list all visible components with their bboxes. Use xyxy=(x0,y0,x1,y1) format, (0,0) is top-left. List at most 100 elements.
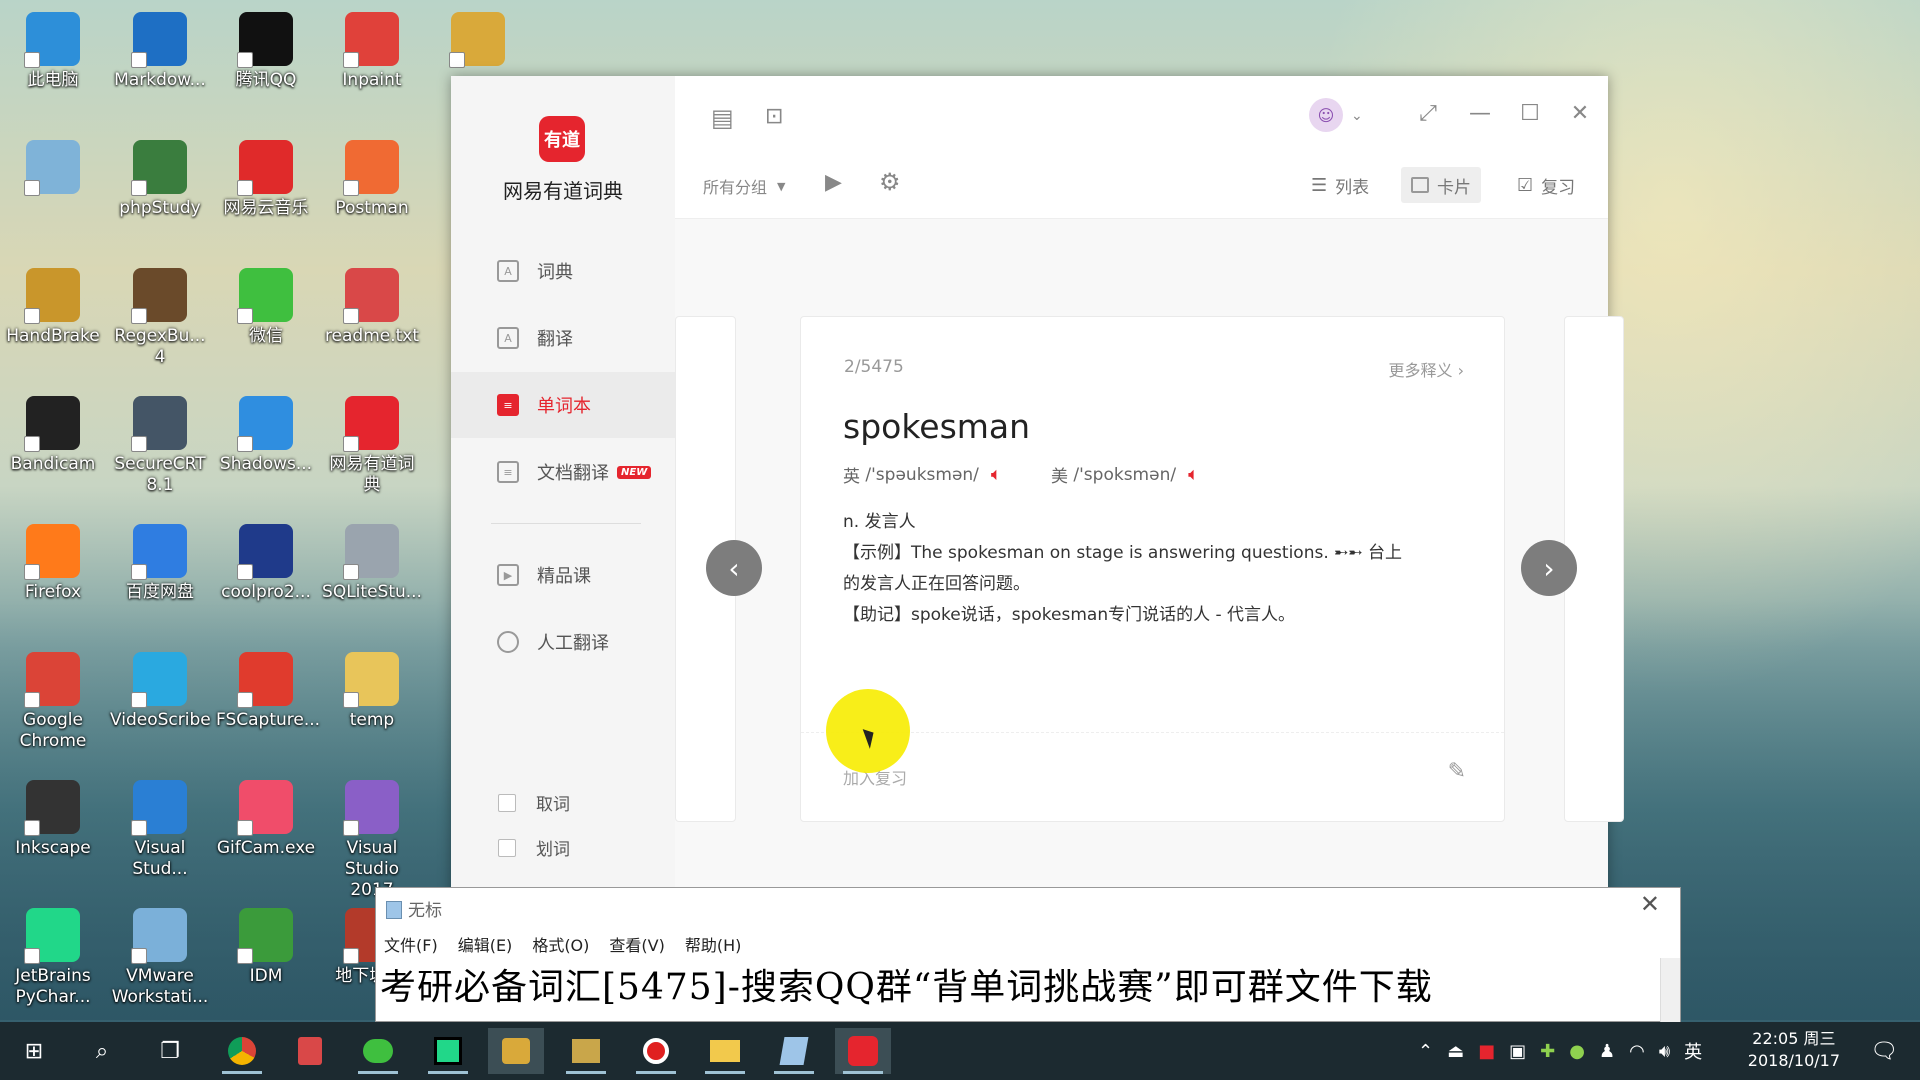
desktop-icon[interactable]: 此电脑 xyxy=(3,6,103,91)
desktop-icon[interactable]: Visual Studio 2017 xyxy=(322,774,422,901)
user-avatar[interactable]: ☺ xyxy=(1309,98,1343,132)
tray-wechat-icon[interactable]: ● xyxy=(1569,1041,1585,1062)
view-card-button[interactable]: 卡片 xyxy=(1401,167,1481,203)
nav-item-human-translate[interactable]: 人工翻译 xyxy=(451,609,675,675)
desktop-icon[interactable]: 百度网盘 xyxy=(110,518,210,603)
nav-item-doc-translate[interactable]: ≡ 文档翻译 NEW xyxy=(451,439,675,505)
checkbox-capture-word[interactable]: 取词 xyxy=(498,790,570,815)
view-label: 列表 xyxy=(1335,177,1370,198)
minimize-button[interactable]: — xyxy=(1465,98,1495,128)
taskbar-chrome-icon[interactable] xyxy=(214,1028,270,1074)
tray-qq-icon[interactable]: ♟ xyxy=(1599,1041,1615,1062)
group-select[interactable]: 所有分组 ▼ xyxy=(703,174,785,198)
start-windows-icon[interactable]: ⊞ xyxy=(6,1028,62,1074)
desktop-icon[interactable]: Markdow... xyxy=(110,6,210,91)
desktop-icon[interactable]: Inpaint xyxy=(322,6,422,91)
desktop-icon[interactable]: Shadows... xyxy=(216,390,316,475)
taskbar-pycharm-icon[interactable] xyxy=(420,1028,476,1074)
nav-item-translate[interactable]: A 翻译 xyxy=(451,305,675,371)
firefox-icon xyxy=(24,524,80,580)
new-badge: NEW xyxy=(617,465,652,479)
desktop-icon[interactable]: FSCapture... xyxy=(216,646,320,731)
mini-mode-icon[interactable]: ⤢ xyxy=(1413,98,1443,128)
desktop-icon[interactable] xyxy=(3,134,103,198)
desktop-icon[interactable]: IDM xyxy=(216,902,316,987)
desktop-icon[interactable]: HandBrake xyxy=(3,262,103,347)
taskbar-app-icon[interactable] xyxy=(488,1028,544,1074)
menu-view[interactable]: 查看(V) xyxy=(609,932,664,956)
nav-item-dictionary[interactable]: A 词典 xyxy=(451,238,675,304)
taskbar-youdao-icon[interactable] xyxy=(835,1028,891,1074)
wifi-icon[interactable]: ◠ xyxy=(1629,1041,1645,1062)
desktop-icon[interactable]: 网易云音乐 xyxy=(216,134,316,219)
pencil-edit-icon[interactable]: ✎ xyxy=(1448,759,1466,784)
desktop-icon[interactable]: readme.txt xyxy=(322,262,422,347)
clock[interactable]: 22:05 周三 2018/10/17 xyxy=(1748,1028,1840,1072)
notepad-scrollbar[interactable] xyxy=(1660,958,1680,1022)
chevron-down-icon[interactable]: ⌄ xyxy=(1351,108,1363,124)
task-view-icon[interactable]: ❐ xyxy=(142,1028,198,1074)
desktop-icon[interactable]: VideoScribe xyxy=(110,646,211,731)
notepad-text-area[interactable]: 考研必备词汇[5475]-搜索QQ群“背单词挑战赛”即可群文件下载 xyxy=(380,958,1433,1010)
desktop-icon[interactable]: Visual Stud... xyxy=(110,774,210,880)
desktop-icon[interactable]: phpStudy xyxy=(110,134,210,219)
desktop-icon[interactable]: SQLiteStu... xyxy=(322,518,422,603)
desktop-icon[interactable]: temp xyxy=(322,646,422,731)
desktop-icon[interactable]: Inkscape xyxy=(3,774,103,859)
menu-format[interactable]: 格式(O) xyxy=(532,932,589,956)
nav-item-course[interactable]: ▶ 精品课 xyxy=(451,542,675,608)
volume-icon[interactable]: 🔊︎ xyxy=(1659,1041,1670,1062)
speaker-us-icon[interactable]: 🔈︎ xyxy=(1188,464,1199,485)
desktop-icon[interactable]: coolpro2... xyxy=(216,518,316,603)
speaker-uk-icon[interactable]: 🔈︎ xyxy=(991,464,1002,485)
notepad-close-button[interactable]: ✕ xyxy=(1640,890,1660,918)
doc-translate-icon: ≡ xyxy=(497,461,519,483)
menu-edit[interactable]: 编辑(E) xyxy=(458,932,513,956)
play-icon[interactable]: ▶ xyxy=(825,170,842,195)
taskbar-files-icon[interactable] xyxy=(558,1028,614,1074)
next-card-button[interactable]: › xyxy=(1521,540,1577,596)
screenshot-icon[interactable]: ⊡ xyxy=(765,104,783,129)
view-list-button[interactable]: ☰ 列表 xyxy=(1301,167,1379,203)
prev-card-button[interactable]: ‹ xyxy=(706,540,762,596)
tray-plus-icon[interactable]: ✚ xyxy=(1540,1041,1555,1062)
desktop-icon[interactable]: Google Chrome xyxy=(3,646,103,752)
search-icon[interactable]: ⌕ xyxy=(74,1028,130,1074)
desktop-icon[interactable]: 网易有道词典 xyxy=(322,390,422,496)
view-review-button[interactable]: ☑ 复习 xyxy=(1507,167,1585,203)
desktop-icon[interactable]: 微信 xyxy=(216,262,316,347)
desktop-icon[interactable]: JetBrains PyChar... xyxy=(3,902,103,1008)
desktop-icon[interactable]: Bandicam xyxy=(3,390,103,475)
desktop-icon[interactable]: SecureCRT 8.1 xyxy=(110,390,210,496)
ime-indicator[interactable]: 英 xyxy=(1684,1038,1702,1064)
taskbar-explorer-icon[interactable] xyxy=(697,1028,753,1074)
usb-icon[interactable]: ⏏ xyxy=(1447,1041,1464,1062)
checkbox-box[interactable] xyxy=(498,793,516,812)
chevron-up-icon[interactable]: ⌃ xyxy=(1418,1041,1433,1062)
taskbar-notepad-icon[interactable] xyxy=(766,1028,822,1074)
desktop-icon[interactable]: 腾讯QQ xyxy=(216,6,316,91)
taskbar-record-icon[interactable] xyxy=(628,1028,684,1074)
desktop-icon[interactable]: VMware Workstati... xyxy=(110,902,210,1008)
maximize-button[interactable]: ☐ xyxy=(1515,98,1545,128)
desktop-icon[interactable] xyxy=(428,6,528,70)
checkbox-box[interactable] xyxy=(498,838,516,857)
gear-icon[interactable]: ⚙ xyxy=(879,168,901,196)
close-button[interactable]: ✕ xyxy=(1565,98,1595,128)
menu-help[interactable]: 帮助(H) xyxy=(685,932,742,956)
tray-app-icon[interactable]: ■ xyxy=(1478,1041,1495,1062)
document-icon[interactable]: ▤ xyxy=(711,104,734,132)
desktop-icon[interactable]: RegexBu... 4 xyxy=(110,262,210,368)
notification-icon[interactable]: 🗨︎ xyxy=(1856,1028,1912,1074)
more-meanings-link[interactable]: 更多释义 › xyxy=(1388,357,1464,381)
taskbar-wechat-icon[interactable] xyxy=(350,1028,406,1074)
checkbox-select-word[interactable]: 划词 xyxy=(498,835,570,860)
menu-file[interactable]: 文件(F) xyxy=(384,932,438,956)
desktop-icon[interactable]: GifCam.exe xyxy=(216,774,316,859)
desktop-icon[interactable]: Postman xyxy=(322,134,422,219)
nav-item-wordbook[interactable]: ≡ 单词本 xyxy=(451,372,675,438)
desktop-icon[interactable]: Firefox xyxy=(3,518,103,603)
taskbar-readme-icon[interactable] xyxy=(282,1028,338,1074)
desktop-icon-label: 腾讯QQ xyxy=(235,70,297,90)
network-drive-icon[interactable]: ▣ xyxy=(1509,1041,1526,1062)
